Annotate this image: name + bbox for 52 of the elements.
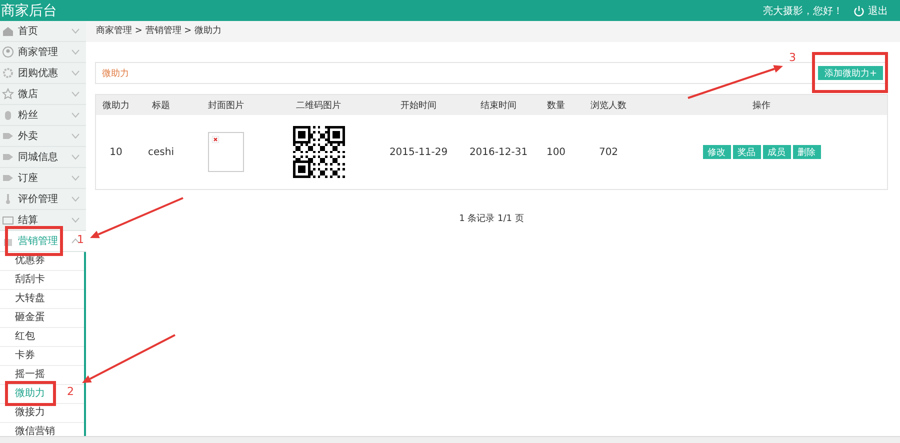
home-icon	[2, 25, 14, 37]
column-header: 微助力	[102, 100, 130, 112]
column-header: 结束时间	[480, 100, 518, 112]
sidebar-item[interactable]: 微店	[0, 84, 86, 105]
sidebar-item[interactable]: 同城信息	[0, 147, 86, 168]
star-icon	[2, 88, 14, 100]
column-header: 操作	[752, 100, 772, 112]
sidebar-item[interactable]: 商家管理	[0, 42, 86, 63]
annotation-number: 2	[67, 386, 74, 398]
annotation-number: 3	[789, 52, 796, 64]
sidebar-item[interactable]: 外卖	[0, 126, 86, 147]
highlight-box	[5, 381, 56, 406]
table-cell: 100	[546, 146, 566, 158]
tag-icon	[2, 151, 14, 163]
column-header: 二维码图片	[295, 100, 342, 112]
column-header: 数量	[546, 100, 566, 112]
close-icon	[212, 136, 219, 143]
submenu-item[interactable]: 红包	[0, 328, 84, 347]
column-header: 封面图片	[207, 100, 245, 112]
sidebar-item[interactable]: 粉丝	[0, 105, 86, 126]
submenu-item[interactable]: 大转盘	[0, 290, 84, 309]
qr-code-image	[292, 126, 344, 178]
pagination-text: 1 条记录 1/1 页	[458, 212, 525, 225]
column-header: 浏览人数	[590, 100, 628, 112]
table-cell: 10	[110, 146, 122, 158]
table-cell: 2015-11-29	[389, 146, 448, 158]
user-icon	[2, 46, 14, 58]
submenu-item[interactable]: 摇一摇	[0, 366, 84, 385]
sidebar-item[interactable]: 评价管理	[0, 189, 86, 210]
annotation-number: 1	[77, 234, 84, 246]
submenu-item[interactable]: 微接力	[0, 404, 84, 423]
column-header: 标题	[151, 100, 171, 112]
column-header: 开始时间	[400, 100, 438, 112]
table-cell: 2016-12-31	[469, 146, 528, 158]
sidebar-item[interactable]: 团购优惠	[0, 63, 86, 84]
table-cell: ceshi	[148, 146, 174, 158]
card-icon	[2, 214, 14, 226]
breadcrumb: 商家管理 > 营销管理 > 微助力	[86, 21, 900, 42]
hand-icon	[2, 109, 14, 121]
submenu-item[interactable]: 砸金蛋	[0, 309, 84, 328]
sidebar-item[interactable]: 订座	[0, 168, 86, 189]
greeting-text: 亮大摄影，您好！	[763, 4, 843, 18]
table-cell: 702	[598, 146, 618, 158]
highlight-box	[5, 226, 63, 256]
submenu-item[interactable]: 刮刮卡	[0, 271, 84, 290]
panel-title: 微助力	[102, 68, 129, 80]
power-icon	[853, 4, 865, 16]
app-title: 商家后台	[1, 2, 57, 20]
submenu-item[interactable]: 卡券	[0, 347, 84, 366]
tag-icon	[2, 172, 14, 184]
gear-icon	[2, 67, 14, 79]
tag-icon	[2, 130, 14, 142]
